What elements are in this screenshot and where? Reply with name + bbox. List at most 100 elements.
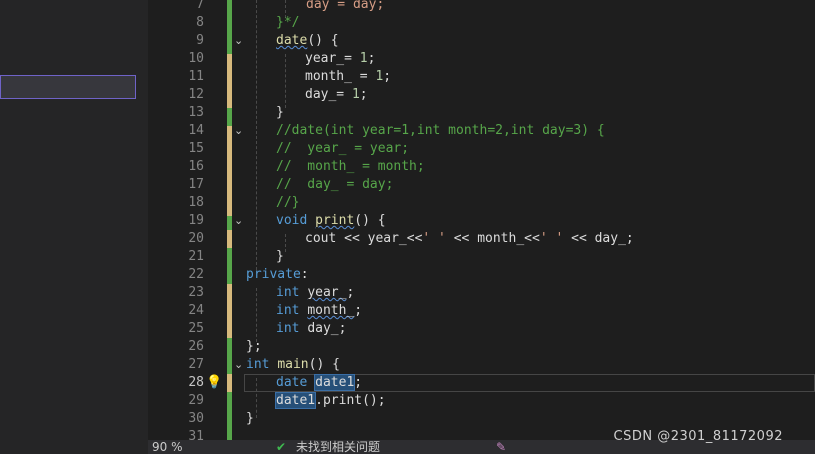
code-text: //date(int year=1,int month=2,int day=3)… bbox=[276, 123, 605, 138]
code-text: ; bbox=[354, 375, 363, 390]
highlighted-identifier: date1 bbox=[314, 374, 356, 391]
code-line: 9 ⌄ date() { bbox=[148, 32, 815, 50]
line-number: 8 bbox=[196, 15, 204, 30]
code-text: } bbox=[276, 105, 284, 120]
code-text: ; bbox=[359, 87, 368, 102]
code-line: 30} bbox=[148, 410, 815, 428]
code-line: 8}*/ bbox=[148, 14, 815, 32]
code-text: : bbox=[300, 267, 309, 282]
code-text: int bbox=[276, 321, 300, 336]
code-line: 24 int month_; bbox=[148, 302, 815, 320]
collapse-chevron-icon[interactable]: ⌄ bbox=[234, 357, 243, 373]
code-text: () { bbox=[307, 33, 339, 48]
code-line: 10 year_= 1; bbox=[148, 50, 815, 68]
code-text: day_= bbox=[305, 87, 352, 102]
code-line: 23 int year_; bbox=[148, 284, 815, 302]
line-number: 7 bbox=[196, 0, 204, 12]
code-text: year_ bbox=[307, 285, 347, 300]
code-line: 25 int day_; bbox=[148, 320, 815, 338]
line-number: 20 bbox=[188, 231, 204, 246]
code-text: ; bbox=[354, 303, 363, 318]
code-text: }; bbox=[246, 339, 262, 354]
code-line: 11 month_ = 1; bbox=[148, 68, 815, 86]
line-number: 15 bbox=[188, 141, 204, 156]
line-number: 26 bbox=[188, 339, 204, 354]
solution-explorer-panel bbox=[0, 0, 148, 454]
code-text: } bbox=[246, 411, 254, 426]
code-line: 14 ⌄ //date(int year=1,int month=2,int day… bbox=[148, 122, 815, 140]
code-text: day_ bbox=[307, 321, 339, 336]
code-text: ; bbox=[383, 69, 392, 84]
line-number: 16 bbox=[188, 159, 204, 174]
line-number: 19 bbox=[188, 213, 204, 228]
code-text: ; bbox=[346, 285, 355, 300]
line-number: 29 bbox=[188, 393, 204, 408]
line-number: 21 bbox=[188, 249, 204, 264]
code-line: 28 date date1; bbox=[148, 374, 815, 392]
code-text: // year_ = year; bbox=[276, 141, 410, 156]
code-text: month_ bbox=[307, 303, 355, 318]
code-text: ' ' bbox=[539, 231, 564, 246]
code-line: 16 // month_ = month; bbox=[148, 158, 815, 176]
code-line: 19 ⌄ void print() { bbox=[148, 212, 815, 230]
line-number: 18 bbox=[188, 195, 204, 210]
collapse-chevron-icon[interactable]: ⌄ bbox=[234, 213, 243, 229]
code-text: date bbox=[276, 375, 316, 390]
code-text: // day_ = day; bbox=[276, 177, 394, 192]
line-number: 30 bbox=[188, 411, 204, 426]
watermark: CSDN @2301_81172092 bbox=[613, 429, 783, 444]
highlighted-identifier: date1 bbox=[274, 392, 317, 409]
code-text: int bbox=[276, 303, 300, 318]
line-number: 12 bbox=[188, 87, 204, 102]
code-text: () { bbox=[354, 213, 386, 228]
code-text: int bbox=[246, 357, 270, 372]
line-number: 23 bbox=[188, 285, 204, 300]
code-text: ' ' bbox=[422, 231, 446, 246]
code-line: 22 private: bbox=[148, 266, 815, 284]
check-circle-icon: ✔ bbox=[276, 440, 287, 454]
brush-icon[interactable]: ✎ bbox=[496, 440, 506, 454]
zoom-level[interactable]: 90 % bbox=[152, 440, 183, 454]
code-text: date bbox=[276, 33, 308, 48]
code-line: 13} bbox=[148, 104, 815, 122]
code-text: print bbox=[315, 213, 355, 228]
collapse-chevron-icon[interactable]: ⌄ bbox=[234, 123, 243, 139]
code-text: int bbox=[276, 285, 300, 300]
line-number: 28 bbox=[188, 375, 204, 390]
line-number: 25 bbox=[188, 321, 204, 336]
code-text: () { bbox=[308, 357, 340, 372]
code-text: << day_; bbox=[563, 231, 634, 246]
code-line: 29 date1.print(); bbox=[148, 392, 815, 410]
code-line: 15 // year_ = year; bbox=[148, 140, 815, 158]
code-text: .print(); bbox=[315, 393, 386, 408]
line-number: 11 bbox=[188, 69, 204, 84]
code-text: ; bbox=[338, 321, 347, 336]
code-text: year_= bbox=[305, 51, 360, 66]
code-editor[interactable]: 💡 7 day = day; 8}*/ 9 ⌄ date() { 10 year_= 1… bbox=[148, 0, 815, 440]
line-number: 17 bbox=[188, 177, 204, 192]
code-line: 20 cout << year_<<' ' << month_<<' ' << d… bbox=[148, 230, 815, 248]
code-line: 27 ⌄ int main() { bbox=[148, 356, 815, 374]
line-number: 13 bbox=[188, 105, 204, 120]
code-text: ; bbox=[367, 51, 376, 66]
issues-status[interactable]: 未找到相关问题 bbox=[296, 440, 380, 454]
code-text: void bbox=[276, 213, 308, 228]
code-text: << month_<< bbox=[445, 231, 540, 246]
line-number: 9 bbox=[196, 33, 204, 48]
code-text: //} bbox=[276, 195, 300, 210]
code-text: } bbox=[276, 249, 284, 264]
line-number: 10 bbox=[188, 51, 204, 66]
code-text: main bbox=[277, 357, 309, 372]
code-text: day = day; bbox=[306, 0, 385, 12]
line-number: 22 bbox=[188, 267, 204, 282]
line-number: 27 bbox=[188, 357, 204, 372]
collapse-chevron-icon[interactable]: ⌄ bbox=[234, 33, 243, 49]
code-line: 7 day = day; bbox=[148, 0, 815, 14]
code-line: 12 day_= 1; bbox=[148, 86, 815, 104]
code-text: private bbox=[246, 267, 301, 282]
code-line: 18 //} bbox=[148, 194, 815, 212]
selected-tree-item[interactable] bbox=[0, 75, 136, 99]
code-line: 26}; bbox=[148, 338, 815, 356]
code-line: 17 // day_ = day; bbox=[148, 176, 815, 194]
code-text: 1 bbox=[351, 87, 360, 102]
